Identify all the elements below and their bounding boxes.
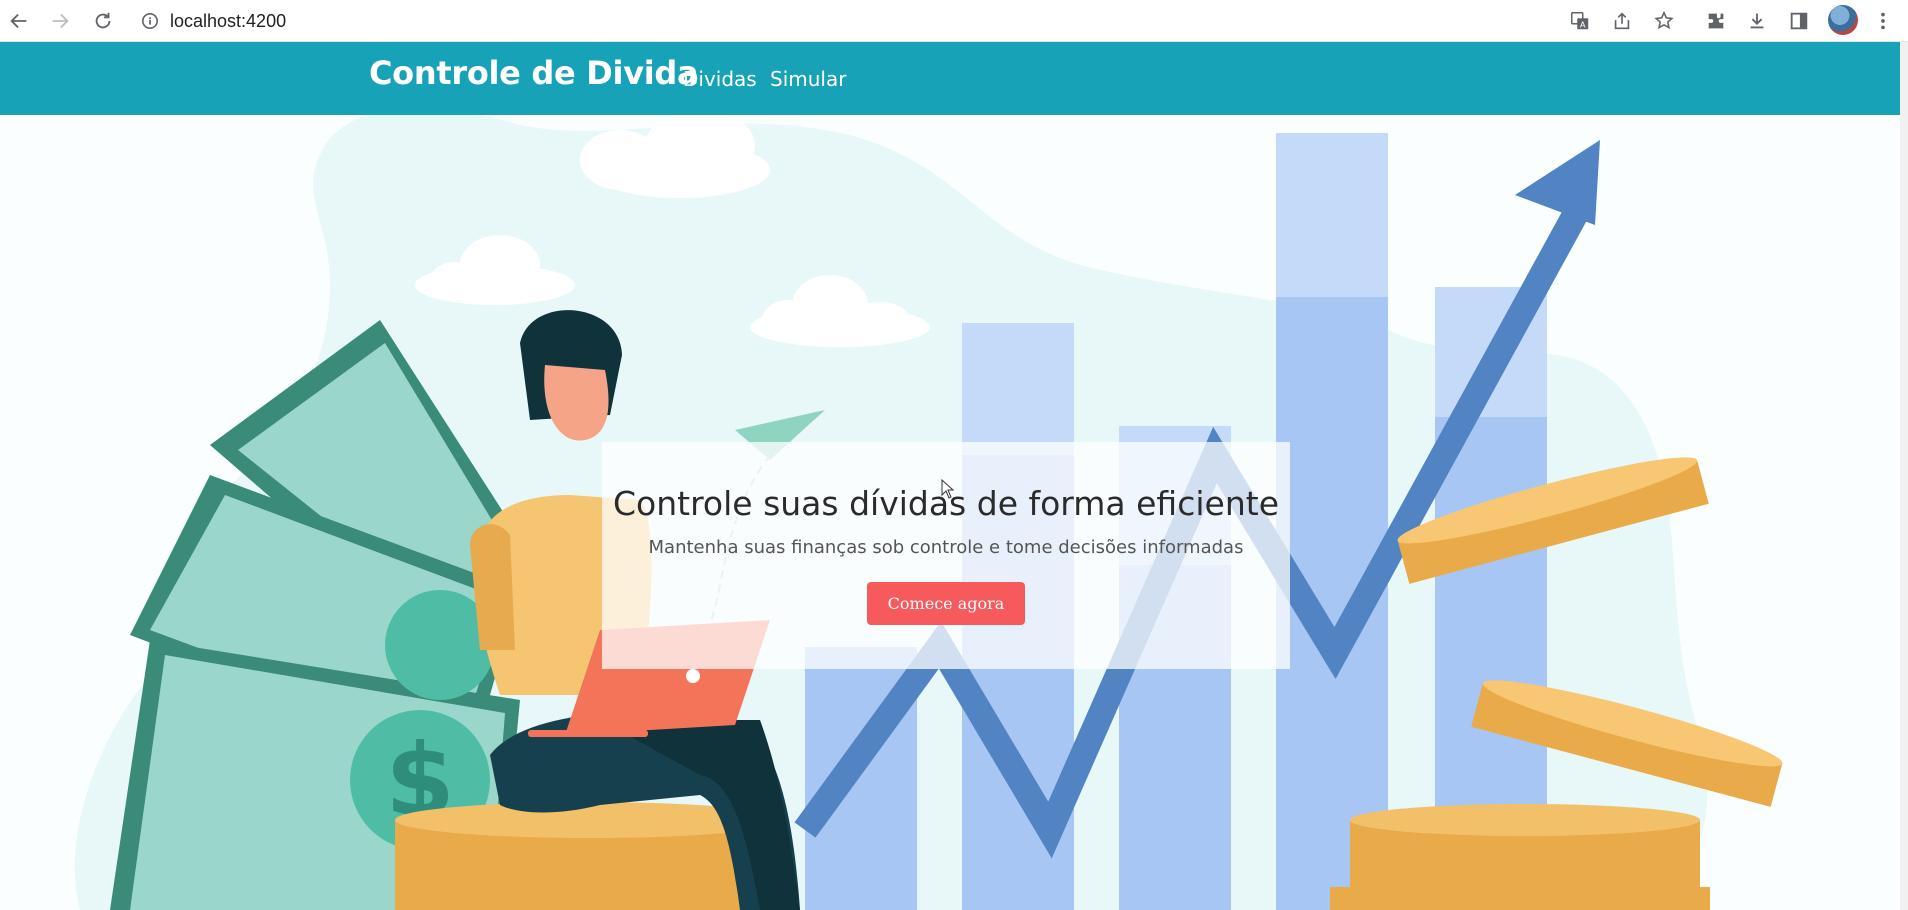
nav-link-simular[interactable]: Simular (770, 67, 846, 91)
url-text: localhost:4200 (170, 10, 287, 31)
cloud-icon (580, 115, 770, 198)
share-icon[interactable] (1605, 4, 1639, 38)
profile-avatar[interactable] (1828, 5, 1858, 35)
mouse-cursor-icon (941, 479, 955, 499)
forward-icon[interactable] (43, 4, 77, 38)
window-edge (1900, 42, 1908, 910)
translate-icon[interactable]: A (1563, 4, 1597, 38)
nav-link-dividas[interactable]: Dividas (683, 67, 757, 91)
app-navbar: Controle de Divida Dividas Simular (0, 42, 1900, 115)
hero-section: $ Controle suas dívidas de forma eficien… (0, 115, 1900, 910)
info-icon[interactable] (140, 11, 160, 31)
side-panel-icon[interactable] (1782, 4, 1816, 38)
svg-text:A: A (1580, 19, 1586, 29)
hero-card: Controle suas dívidas de forma eficiente… (602, 442, 1290, 669)
menu-icon[interactable] (1866, 4, 1900, 38)
brand-title[interactable]: Controle de Divida (369, 54, 699, 92)
reload-icon[interactable] (86, 4, 120, 38)
browser-toolbar: localhost:4200 A (0, 0, 1908, 42)
start-now-button[interactable]: Comece agora (866, 582, 1026, 625)
back-icon[interactable] (2, 4, 36, 38)
address-bar[interactable]: localhost:4200 (140, 5, 1540, 37)
star-icon[interactable] (1647, 4, 1681, 38)
download-icon[interactable] (1740, 4, 1774, 38)
extensions-icon[interactable] (1699, 4, 1733, 38)
hero-subtitle: Mantenha suas finanças sob controle e to… (648, 537, 1244, 558)
